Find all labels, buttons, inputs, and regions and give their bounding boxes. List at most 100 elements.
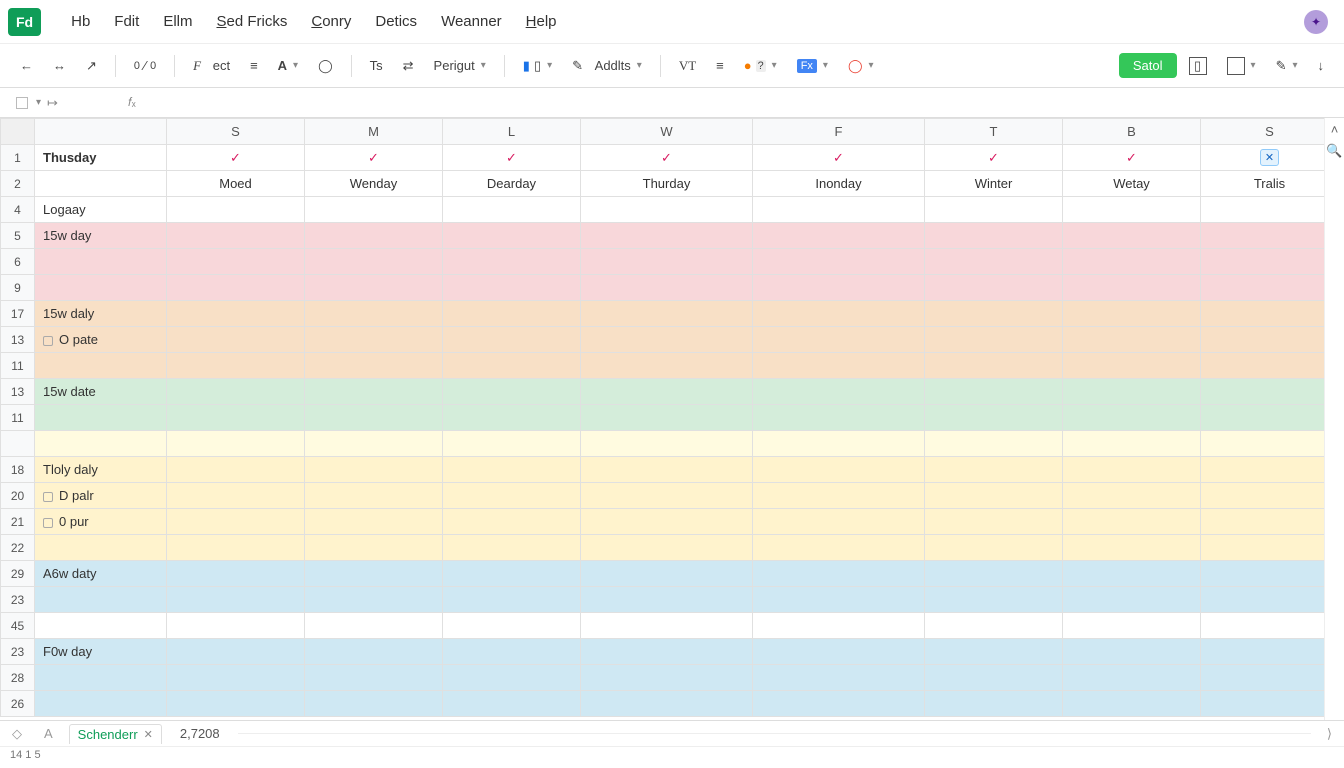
cell[interactable] [443,613,581,639]
menu-conry[interactable]: Conry [299,9,363,34]
avatar[interactable]: ✦ [1304,10,1328,34]
menu-fdit[interactable]: Fdit [102,9,151,34]
cell[interactable] [443,275,581,301]
cell[interactable] [35,587,167,613]
cell[interactable] [581,535,753,561]
row-header[interactable]: 22 [1,535,35,561]
search-icon[interactable]: 🔍 [1326,143,1342,159]
cell[interactable] [167,561,305,587]
cell[interactable] [753,457,925,483]
cell[interactable] [581,405,753,431]
cell[interactable]: Thusday [35,145,167,171]
cell[interactable] [1201,249,1339,275]
cell[interactable] [167,457,305,483]
cell[interactable] [753,301,925,327]
cell[interactable] [167,353,305,379]
cell[interactable] [443,561,581,587]
col-header[interactable]: M [305,119,443,145]
row-header[interactable]: 23 [1,639,35,665]
cell[interactable] [925,327,1063,353]
cell[interactable] [305,431,443,457]
cell[interactable]: ✓ [443,145,581,171]
cell[interactable] [1063,665,1201,691]
cell[interactable] [1201,691,1339,717]
cell[interactable] [753,431,925,457]
expand-button[interactable]: ↗ [78,54,105,78]
row-header[interactable]: 11 [1,353,35,379]
tabs-all-button[interactable]: A [38,726,59,741]
cell[interactable] [305,613,443,639]
cell[interactable] [1063,613,1201,639]
cell[interactable] [167,327,305,353]
cell[interactable] [305,561,443,587]
cell[interactable] [443,665,581,691]
col-header[interactable]: F [753,119,925,145]
cell[interactable] [925,639,1063,665]
cell[interactable] [753,249,925,275]
cell[interactable] [305,223,443,249]
cell[interactable] [443,327,581,353]
cell[interactable] [1063,639,1201,665]
cell[interactable] [581,249,753,275]
cell[interactable] [753,639,925,665]
cell[interactable]: O pate [35,327,167,353]
menu-hb[interactable]: Hb [59,9,102,34]
redo-button[interactable]: ↔ [45,54,74,77]
cell[interactable]: ✓ [1063,145,1201,171]
cell[interactable] [305,405,443,431]
fx-icon[interactable]: 𝑓ₓ [128,95,136,110]
cell[interactable] [753,327,925,353]
cell[interactable]: Moed [167,171,305,197]
cell[interactable]: Thurday [581,171,753,197]
cell[interactable] [581,613,753,639]
cell[interactable] [753,379,925,405]
cell[interactable]: ✓ [753,145,925,171]
cell[interactable] [753,613,925,639]
cell[interactable] [443,691,581,717]
cell[interactable]: Wenday [305,171,443,197]
cell[interactable]: Logaay [35,197,167,223]
cell[interactable] [443,223,581,249]
cell[interactable] [1063,301,1201,327]
cell[interactable] [35,431,167,457]
cell[interactable] [925,457,1063,483]
chart-button[interactable]: ▮▯▾ [515,54,560,78]
cell[interactable] [581,275,753,301]
row-header[interactable]: 13 [1,379,35,405]
layout-button[interactable]: ▯ [1181,53,1215,79]
col-header[interactable]: W [581,119,753,145]
cell[interactable] [167,223,305,249]
col-header[interactable]: B [1063,119,1201,145]
cell[interactable] [581,431,753,457]
cell[interactable] [925,379,1063,405]
row-header[interactable]: 45 [1,613,35,639]
cell[interactable] [1063,353,1201,379]
cell[interactable] [1063,275,1201,301]
cell[interactable] [753,587,925,613]
cell[interactable] [305,691,443,717]
cell[interactable] [753,535,925,561]
cell[interactable] [925,275,1063,301]
cell[interactable] [305,379,443,405]
row-header[interactable]: 20 [1,483,35,509]
cell[interactable] [925,665,1063,691]
cell[interactable] [443,379,581,405]
cell[interactable] [925,431,1063,457]
cell[interactable] [305,327,443,353]
cell[interactable] [753,223,925,249]
cell[interactable] [753,509,925,535]
cell[interactable] [167,509,305,535]
cell[interactable] [925,509,1063,535]
cell[interactable] [581,509,753,535]
row-header[interactable]: 1 [1,145,35,171]
addits-dropdown[interactable]: ✎ Addlts▾ [564,54,650,78]
cell[interactable] [1201,353,1339,379]
cell[interactable]: Winter [925,171,1063,197]
cell[interactable] [35,249,167,275]
cell[interactable] [167,197,305,223]
row-header[interactable]: 23 [1,587,35,613]
cell[interactable] [167,535,305,561]
cell[interactable] [753,197,925,223]
menu-sed fricks[interactable]: Sed Fricks [204,9,299,34]
cell[interactable] [925,691,1063,717]
